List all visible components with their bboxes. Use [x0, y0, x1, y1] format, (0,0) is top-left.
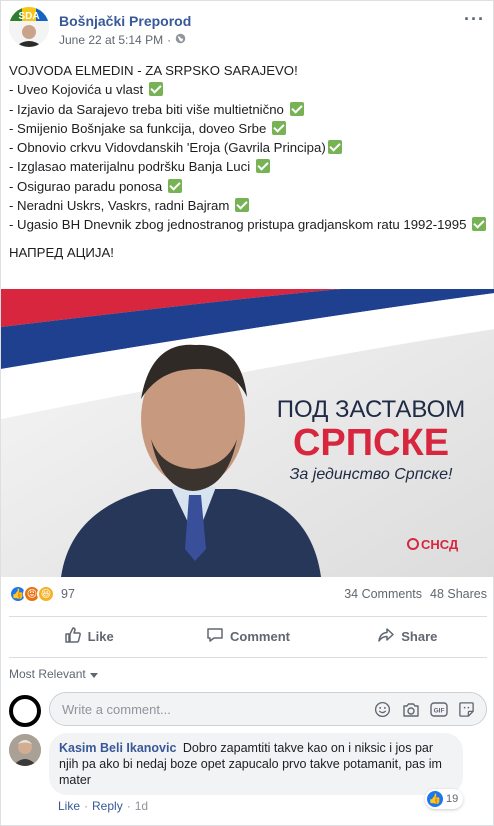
- thumbs-up-icon: [64, 626, 82, 647]
- comment-button[interactable]: Comment: [168, 619, 327, 653]
- comment-age[interactable]: 1d: [135, 799, 148, 813]
- list-item: - Ugasio BH Dnevnik zbog jednostranog pr…: [9, 215, 487, 234]
- post-title: VOJVODA ELMEDIN - ZA SRPSKO SARAJEVO!: [9, 63, 298, 78]
- share-button[interactable]: Share: [328, 619, 487, 653]
- more-options-icon[interactable]: ···: [464, 9, 485, 30]
- post-stats: 👍 😡 😆 97 34 Comments 48 Shares: [9, 585, 487, 605]
- separator: ·: [126, 799, 131, 813]
- svg-text:GIF: GIF: [433, 708, 444, 715]
- list-item: - Smijenio Bošnjake sa funkcija, doveo S…: [9, 119, 487, 138]
- image-headline-main: СРПСКЕ: [293, 422, 449, 464]
- post-header: SDA Bošnjački Preporod June 22 at 5:14 P…: [9, 7, 487, 51]
- comment-reactions[interactable]: 👍 19: [425, 789, 464, 809]
- meta-separator: ·: [167, 33, 172, 47]
- globe-icon[interactable]: [175, 33, 186, 47]
- list-item: - Neradni Uskrs, Vaskrs, radni Bajram: [9, 196, 487, 215]
- comment-author[interactable]: Kasim Beli Ikanovic: [59, 741, 176, 755]
- gif-icon[interactable]: GIF: [429, 700, 448, 719]
- post-timestamp[interactable]: June 22 at 5:14 PM: [59, 33, 163, 47]
- comment-icon: [206, 626, 224, 647]
- comment-label: Comment: [230, 628, 290, 644]
- check-mark-icon: [235, 198, 250, 213]
- caret-down-icon: [89, 667, 98, 681]
- check-mark-icon: [327, 140, 342, 155]
- image-subline: За јединство Српске!: [290, 466, 453, 483]
- like-button[interactable]: Like: [9, 619, 168, 653]
- like-reaction-icon: 👍: [427, 791, 443, 807]
- engagement-counts: 34 Comments 48 Shares: [344, 587, 487, 601]
- reaction-count[interactable]: 97: [61, 587, 75, 601]
- share-icon: [377, 626, 395, 647]
- image-headline-top: ПОД ЗАСТАВОМ: [277, 396, 466, 423]
- post-text: VOJVODA ELMEDIN - ZA SRPSKO SARAJEVO! - …: [9, 61, 487, 262]
- comments-count[interactable]: 34 Comments: [344, 587, 422, 601]
- comment-like-link[interactable]: Like: [58, 799, 80, 813]
- list-item: - Obnovio crkvu Vidovdanskih 'Eroja (Gav…: [9, 138, 487, 157]
- reaction-summary[interactable]: 👍 😡 😆 97: [9, 585, 75, 603]
- svg-text:СНСД: СНСД: [421, 537, 459, 552]
- check-mark-icon: [255, 159, 270, 174]
- check-mark-icon: [472, 217, 487, 232]
- check-mark-icon: [167, 178, 182, 193]
- comment-reply-link[interactable]: Reply: [92, 799, 123, 813]
- post-card: SDA Bošnjački Preporod June 22 at 5:14 P…: [0, 0, 494, 826]
- user-avatar[interactable]: [9, 695, 41, 727]
- comment-bubble: Kasim Beli Ikanovic Dobro zapamtiti takv…: [49, 733, 463, 795]
- composer-icons: GIF: [373, 700, 476, 719]
- comment-input-placeholder: Write a comment...: [62, 702, 171, 717]
- sort-label: Most Relevant: [9, 667, 86, 681]
- post-image[interactable]: ПОД ЗАСТАВОМ СРПСКЕ За јединство Српске!…: [1, 289, 494, 577]
- share-label: Share: [401, 628, 438, 644]
- check-mark-icon: [289, 101, 304, 116]
- page-name[interactable]: Bošnjački Preporod: [59, 13, 191, 29]
- check-mark-icon: [271, 120, 286, 135]
- commenter-avatar[interactable]: [9, 734, 41, 766]
- haha-reaction-icon: 😆: [37, 585, 55, 603]
- camera-icon[interactable]: [401, 700, 420, 719]
- list-item: - Uveo Kojovića u vlast: [9, 80, 487, 99]
- comment-sort-dropdown[interactable]: Most Relevant: [9, 667, 98, 681]
- page-avatar[interactable]: SDA: [9, 7, 49, 47]
- separator: ·: [84, 799, 89, 813]
- list-item: - Izjavio da Sarajevo treba biti više mu…: [9, 100, 487, 119]
- check-mark-icon: [148, 82, 163, 97]
- like-label: Like: [87, 628, 114, 644]
- post-meta: June 22 at 5:14 PM ·: [59, 33, 186, 47]
- list-item: - Osigurao paradu ponosa: [9, 177, 487, 196]
- sticker-icon[interactable]: [457, 700, 476, 719]
- action-bar: Like Comment Share: [9, 619, 487, 653]
- shares-count[interactable]: 48 Shares: [430, 587, 487, 601]
- divider: [9, 657, 487, 658]
- comment-actions: Like · Reply · 1d: [58, 799, 148, 813]
- emoji-icon[interactable]: [373, 700, 392, 719]
- comment-reaction-count: 19: [446, 793, 459, 805]
- comment-input[interactable]: Write a comment... GIF: [49, 692, 487, 726]
- divider: [9, 616, 487, 617]
- post-closing: НАПРЕД АЦИЈА!: [9, 244, 114, 260]
- svg-text:SDA: SDA: [18, 11, 39, 22]
- list-item: - Izglasao materijalnu podršku Banja Luc…: [9, 157, 487, 176]
